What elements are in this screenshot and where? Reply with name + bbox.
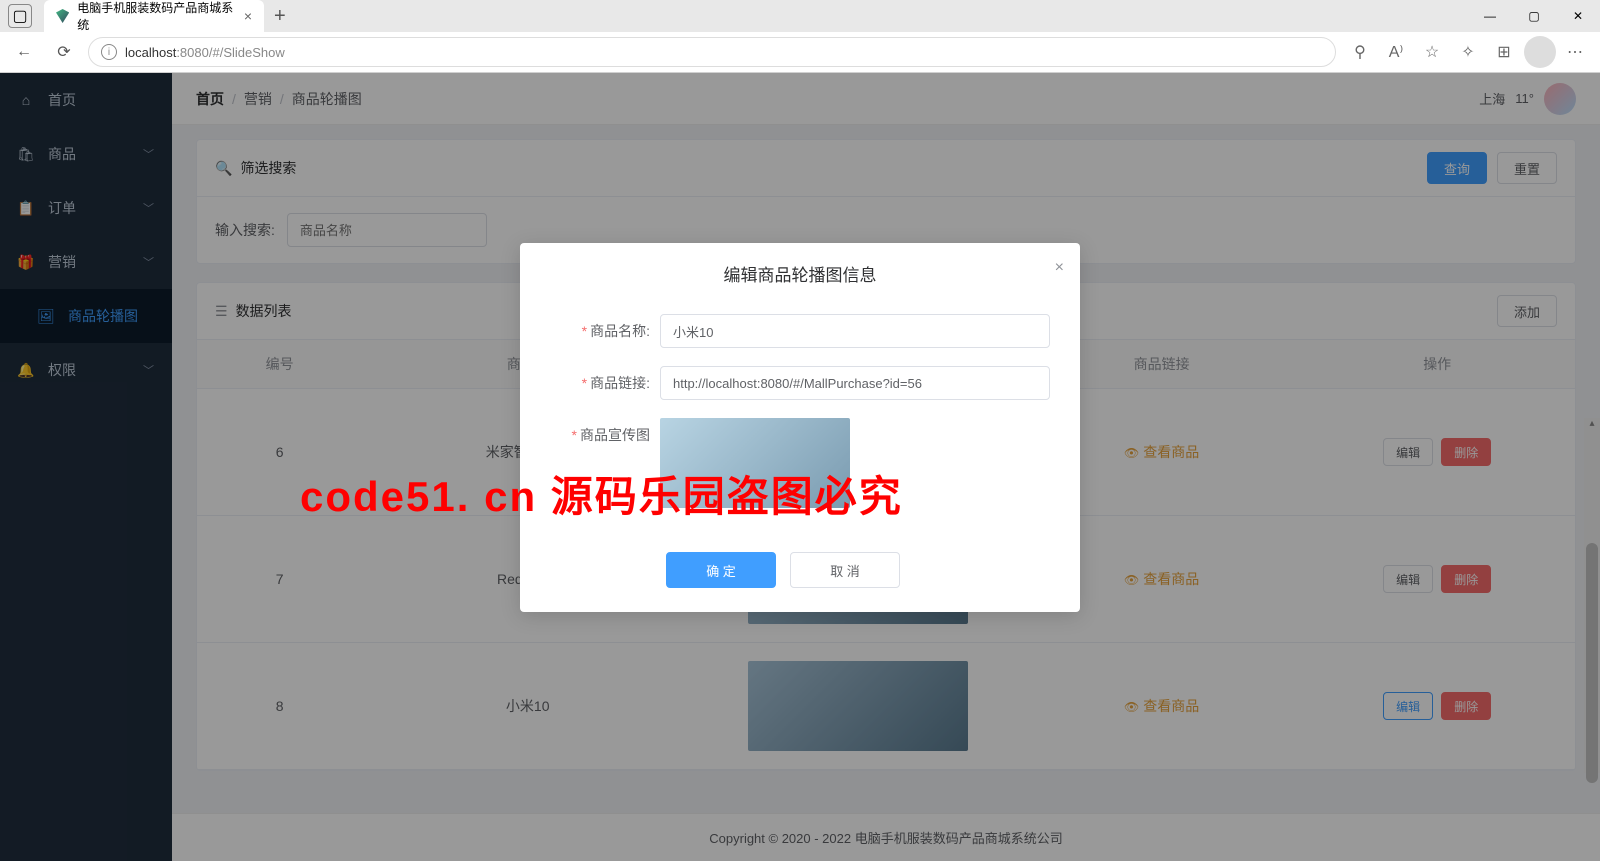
vue-favicon-icon	[56, 9, 69, 23]
read-aloud-icon[interactable]: A⁾	[1380, 36, 1412, 68]
tab-title: 电脑手机服装数码产品商城系统	[77, 0, 236, 33]
site-info-icon[interactable]: i	[101, 44, 117, 60]
tabs-overview-icon[interactable]: ▢	[8, 4, 32, 28]
browser-chrome: ▢ 电脑手机服装数码产品商城系统 × + — ▢ ✕ ← ⟳ i localho…	[0, 0, 1600, 73]
back-button[interactable]: ←	[8, 36, 40, 68]
url-text: localhost:8080/#/SlideShow	[125, 45, 285, 60]
key-icon[interactable]: ⚲	[1344, 36, 1376, 68]
url-bar[interactable]: i localhost:8080/#/SlideShow	[88, 37, 1336, 67]
title-bar: ▢ 电脑手机服装数码产品商城系统 × + — ▢ ✕	[0, 0, 1600, 32]
modal-title: 编辑商品轮播图信息	[724, 266, 877, 285]
more-menu-button[interactable]: ⋯	[1560, 36, 1592, 68]
favorite-icon[interactable]: ☆	[1416, 36, 1448, 68]
browser-tab[interactable]: 电脑手机服装数码产品商城系统 ×	[44, 0, 264, 32]
product-name-input[interactable]	[660, 314, 1050, 348]
refresh-button[interactable]: ⟳	[48, 36, 80, 68]
modal-close-button[interactable]: ×	[1055, 259, 1064, 277]
collections-icon[interactable]: ✧	[1452, 36, 1484, 68]
form-label-name: *商品名称:	[550, 314, 650, 341]
app-root: ⌂ 首页 🛍 商品 ﹀ 📋 订单 ﹀ 🎁 营销 ﹀ 🖼 商品轮播图 🔔 权限 ﹀	[0, 73, 1600, 861]
tab-close-icon[interactable]: ×	[244, 8, 252, 24]
extensions-icon[interactable]: ⊞	[1488, 36, 1520, 68]
window-close-button[interactable]: ✕	[1556, 0, 1600, 32]
product-link-input[interactable]	[660, 366, 1050, 400]
form-label-link: *商品链接:	[550, 366, 650, 393]
confirm-button[interactable]: 确 定	[666, 552, 776, 588]
form-label-image: *商品宣传图	[550, 418, 650, 445]
edit-modal: 编辑商品轮播图信息 × *商品名称: *商品链接: *商品宣传图 确 定 取 消	[520, 243, 1080, 612]
nav-bar: ← ⟳ i localhost:8080/#/SlideShow ⚲ A⁾ ☆ …	[0, 32, 1600, 72]
cancel-button[interactable]: 取 消	[790, 552, 900, 588]
new-tab-button[interactable]: +	[264, 5, 296, 28]
promo-image-upload[interactable]	[660, 418, 850, 508]
window-minimize-button[interactable]: —	[1468, 0, 1512, 32]
window-maximize-button[interactable]: ▢	[1512, 0, 1556, 32]
profile-avatar[interactable]	[1524, 36, 1556, 68]
